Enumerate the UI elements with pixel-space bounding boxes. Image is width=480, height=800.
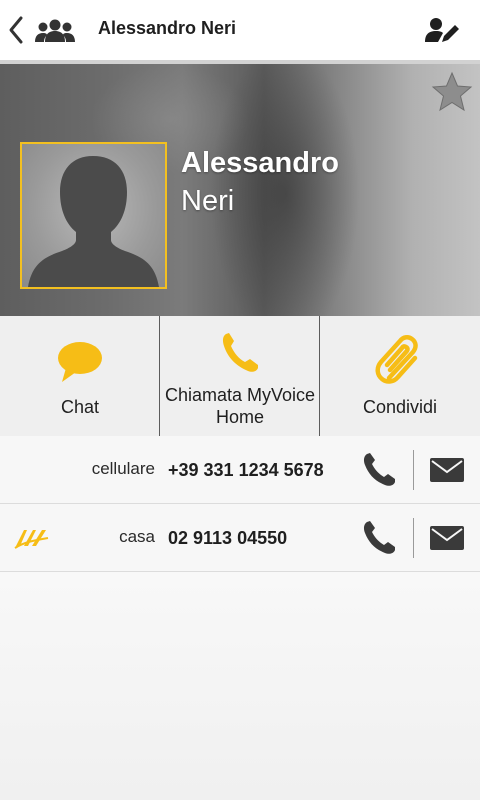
empty-area bbox=[0, 572, 480, 800]
phone-number[interactable]: 02 9113 04550 bbox=[168, 527, 287, 549]
phone-type-label: cellulare bbox=[91, 459, 155, 478]
myvoice-logo-icon bbox=[14, 530, 49, 549]
star-icon[interactable] bbox=[430, 70, 474, 114]
phone-row-mobile[interactable]: cellulare +39 331 1234 5678 bbox=[0, 436, 480, 504]
chevron-left-icon[interactable] bbox=[6, 14, 26, 46]
paperclip-icon bbox=[375, 335, 418, 384]
envelope-icon[interactable] bbox=[429, 525, 465, 551]
action-bar: Chat Chiamata MyVoice Home Condividi bbox=[0, 316, 480, 436]
page-title: Alessandro Neri bbox=[98, 18, 237, 38]
share-button[interactable]: Condividi bbox=[320, 316, 480, 436]
phone-icon bbox=[222, 333, 258, 372]
phone-type-label: casa bbox=[119, 527, 155, 546]
row-divider bbox=[413, 518, 414, 558]
chat-button[interactable]: Chat bbox=[0, 316, 160, 436]
phone-icon[interactable] bbox=[362, 519, 398, 555]
chat-label: Chat bbox=[60, 397, 100, 417]
contact-header: Alessandro Neri bbox=[0, 64, 480, 316]
phone-number[interactable]: +39 331 1234 5678 bbox=[168, 459, 324, 481]
person-silhouette-icon bbox=[28, 156, 159, 287]
group-icon[interactable] bbox=[34, 18, 76, 44]
top-bar: Alessandro Neri bbox=[0, 0, 480, 60]
avatar[interactable] bbox=[20, 142, 167, 289]
myvoice-call-label-line2: Home bbox=[215, 407, 264, 427]
phone-row-home[interactable]: casa 02 9113 04550 bbox=[0, 504, 480, 572]
myvoice-call-label-line1: Chiamata MyVoice bbox=[164, 385, 316, 405]
myvoice-call-button[interactable]: Chiamata MyVoice Home bbox=[160, 316, 320, 436]
chat-bubble-icon bbox=[58, 342, 102, 382]
contact-first-name: Alessandro bbox=[181, 147, 339, 179]
contact-last-name: Neri bbox=[181, 185, 235, 217]
edit-contact-icon[interactable] bbox=[424, 16, 460, 44]
envelope-icon[interactable] bbox=[429, 457, 465, 483]
row-divider bbox=[413, 450, 414, 490]
share-label: Condividi bbox=[362, 397, 438, 417]
phone-icon[interactable] bbox=[362, 451, 398, 487]
